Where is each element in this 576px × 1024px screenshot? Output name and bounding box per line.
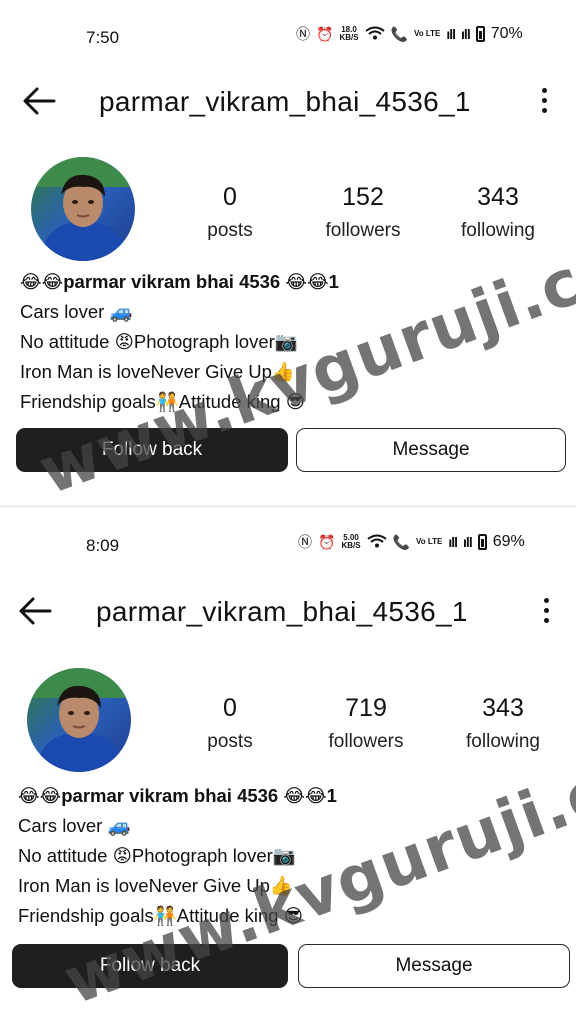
speed-unit: KB/S xyxy=(339,33,359,42)
followers-label: followers xyxy=(328,731,404,752)
nfc-icon: Ⓝ xyxy=(296,26,310,42)
signal-icon-sim2: ıll xyxy=(461,26,471,42)
speed-unit: KB/S xyxy=(341,541,361,550)
followers-stat[interactable]: 719 followers xyxy=(296,694,436,753)
battery-percent: 69% xyxy=(492,533,525,550)
back-arrow-icon[interactable] xyxy=(18,596,52,626)
followers-count: 719 xyxy=(345,694,387,722)
bio-line: Friendship goals🧑‍🤝‍🧑Attitude king 😎 xyxy=(20,391,306,412)
posts-stat[interactable]: 0 posts xyxy=(160,183,300,242)
posts-count: 0 xyxy=(223,183,237,211)
wifi-calling-icon: 📞 xyxy=(392,534,410,550)
alarm-icon: ⏰ xyxy=(318,534,336,550)
wifi-icon xyxy=(364,26,385,42)
follow-back-button[interactable]: Follow back xyxy=(12,944,288,988)
profile-bio: 😂😂parmar vikram bhai 4536 😂😂1 Cars lover… xyxy=(18,781,337,931)
more-options-icon[interactable] xyxy=(542,598,550,628)
following-stat[interactable]: 343 following xyxy=(428,183,568,242)
status-time: 8:09 xyxy=(86,536,120,555)
volte-icon: Vo LTE xyxy=(416,537,443,546)
bio-line: Iron Man is loveNever Give Up👍 xyxy=(18,875,293,896)
signal-icon-sim1: ıll xyxy=(448,534,458,550)
network-speed: 5.00 KB/S xyxy=(341,534,360,550)
battery-icon xyxy=(477,534,487,550)
profile-bio: 😂😂parmar vikram bhai 4536 😂😂1 Cars lover… xyxy=(20,267,339,417)
alarm-icon: ⏰ xyxy=(316,26,334,42)
following-stat[interactable]: 343 following xyxy=(433,694,573,753)
signal-icon-sim1: ıll xyxy=(446,26,456,42)
posts-count: 0 xyxy=(223,694,237,722)
posts-stat[interactable]: 0 posts xyxy=(160,694,300,753)
more-options-icon[interactable] xyxy=(540,88,548,118)
message-button[interactable]: Message xyxy=(296,428,566,472)
wifi-calling-icon: 📞 xyxy=(390,26,408,42)
posts-label: posts xyxy=(207,220,253,241)
message-button[interactable]: Message xyxy=(298,944,570,988)
status-icons: Ⓝ ⏰ 5.00 KB/S 📞 Vo LTE ıll ıll 69% xyxy=(298,534,525,550)
profile-username: parmar_vikram_bhai_4536_1 xyxy=(96,596,468,627)
bio-line: No attitude 😡Photograph lover📷 xyxy=(20,331,298,352)
followers-count: 152 xyxy=(342,183,384,211)
battery-percent: 70% xyxy=(490,25,523,42)
following-count: 343 xyxy=(482,694,524,722)
followers-stat[interactable]: 152 followers xyxy=(293,183,433,242)
network-speed: 18.0 KB/S xyxy=(339,26,358,42)
app-bar: parmar_vikram_bhai_4536_1 xyxy=(0,76,576,126)
bio-name-line: 😂😂parmar vikram bhai 4536 😂😂1 xyxy=(18,785,337,806)
status-icons: Ⓝ ⏰ 18.0 KB/S 📞 Vo LTE ıll ıll 70% xyxy=(296,26,523,42)
followers-label: followers xyxy=(325,220,401,241)
follow-back-button[interactable]: Follow back xyxy=(16,428,288,472)
bio-name-line: 😂😂parmar vikram bhai 4536 😂😂1 xyxy=(20,271,339,292)
status-bar: 8:09 Ⓝ ⏰ 5.00 KB/S 📞 Vo LTE ıll ıll 69% xyxy=(0,508,576,556)
bio-line: Cars lover 🚙 xyxy=(18,815,131,836)
status-time: 7:50 xyxy=(86,28,120,47)
following-count: 343 xyxy=(477,183,519,211)
bio-line: Iron Man is loveNever Give Up👍 xyxy=(20,361,295,382)
bio-line: Friendship goals🧑‍🤝‍🧑Attitude king 😎 xyxy=(18,905,304,926)
volte-icon: Vo LTE xyxy=(414,29,441,38)
status-bar: 7:50 Ⓝ ⏰ 18.0 KB/S 📞 Vo LTE ıll ıll 70% xyxy=(0,0,576,48)
profile-screenshot-1: 7:50 Ⓝ ⏰ 18.0 KB/S 📞 Vo LTE ıll ıll 70% p… xyxy=(0,0,576,506)
bio-line: Cars lover 🚙 xyxy=(20,301,133,322)
following-label: following xyxy=(466,731,540,752)
profile-screenshot-2: 8:09 Ⓝ ⏰ 5.00 KB/S 📞 Vo LTE ıll ıll 69% p… xyxy=(0,508,576,1024)
signal-icon-sim2: ıll xyxy=(463,534,473,550)
nfc-icon: Ⓝ xyxy=(298,534,312,550)
profile-avatar[interactable] xyxy=(27,668,131,772)
wifi-icon xyxy=(366,534,387,550)
bio-line: No attitude 😡Photograph lover📷 xyxy=(18,845,296,866)
app-bar: parmar_vikram_bhai_4536_1 xyxy=(0,586,576,636)
profile-username: parmar_vikram_bhai_4536_1 xyxy=(99,86,471,117)
profile-avatar[interactable] xyxy=(31,157,135,261)
battery-icon xyxy=(475,26,485,42)
back-arrow-icon[interactable] xyxy=(22,86,56,116)
following-label: following xyxy=(461,220,535,241)
posts-label: posts xyxy=(207,731,253,752)
